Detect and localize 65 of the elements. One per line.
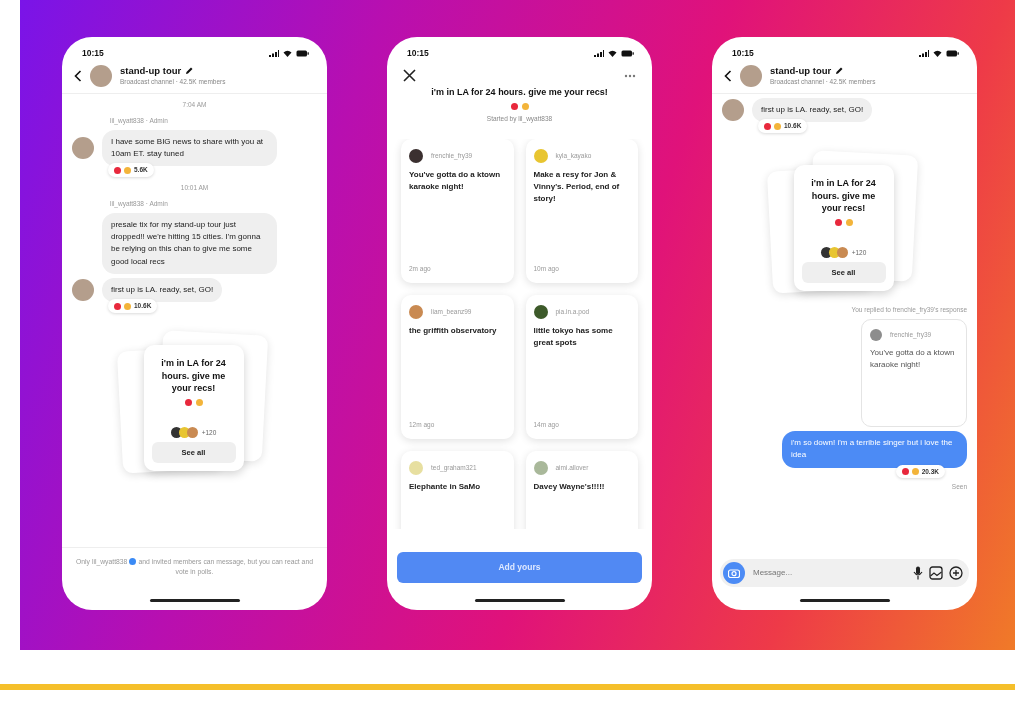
back-icon[interactable] [724,70,732,82]
message-field[interactable]: Message... [751,566,907,580]
status-time: 10:15 [407,46,429,60]
response-text: Elephante in SaMo [409,481,482,494]
response-text: You've gotta do a ktown karaoke night! [870,346,956,372]
wifi-icon [608,49,617,57]
prompt-title: i'm in LA for 24 hours. give me your recs! [810,177,877,215]
battery-icon [621,49,634,57]
emoji-icon [911,468,919,476]
message-composer[interactable]: Message... [720,559,969,587]
avatar [409,149,423,164]
message-bubble: first up is LA. ready, set, GO! [102,278,223,303]
avatar [170,427,182,438]
avatar [409,305,423,320]
response-text: the griffith observatory [409,325,498,338]
emoji-icon [124,166,131,174]
avatar [533,305,548,320]
emoji-icon [124,302,131,310]
close-icon[interactable] [403,69,416,82]
signal-icon [269,49,279,57]
more-icon[interactable] [624,73,636,78]
status-time: 10:15 [732,46,754,60]
verified-icon [129,558,137,565]
channel-avatar [740,65,762,87]
avatar [533,149,548,164]
gallery-icon[interactable] [929,566,943,580]
emoji-icon [195,399,203,406]
emoji-icon [521,102,529,110]
response-text: Davey Wayne's!!!!! [533,481,606,494]
avatar [820,246,832,258]
pencil-icon [835,67,844,76]
emoji-icon [845,218,853,226]
message-bubble: i'm so down! i'm a terrible singer but i love the idea [782,430,967,468]
avatar [533,461,548,476]
status-time: 10:15 [82,46,104,60]
response-text: Make a resy for Jon & Vinny's. Period, end of story! [533,169,621,206]
camera-button[interactable] [723,562,745,584]
avatar [178,427,190,438]
camera-icon [728,568,740,578]
pencil-icon [185,67,194,76]
microphone-icon[interactable] [913,566,923,580]
response-text: little tokyo has some great spots [533,325,614,350]
wifi-icon [933,49,942,57]
avatar [409,461,423,476]
channel-title: stand-up tour [120,65,182,77]
prompt-title: i'm in LA for 24 hours. give me your recs! [431,86,608,99]
back-icon[interactable] [74,70,82,82]
message-bubble: presale tix for my stand-up tour just dropped!! we're hitting 15 cities. I'm gonna be relying on this chan to give me some good local recs [102,212,277,275]
signal-icon [594,49,604,57]
plus-icon[interactable] [949,566,963,580]
battery-icon [296,49,309,57]
response-text: You've gotta do a ktown karaoke night! [409,169,502,194]
message-bubble: first up is LA. ready, set, GO! [752,98,873,123]
channel-avatar [90,65,112,87]
channel-title: stand-up tour [770,65,832,77]
avatar [186,427,198,438]
avatar [870,328,882,341]
avatar [836,246,848,258]
wifi-icon [283,49,292,57]
emoji-icon [774,122,781,130]
message-bubble: I have some BIG news to share with you at 10am ET. stay tuned [102,129,277,167]
prompt-title: i'm in LA for 24 hours. give me your recs! [160,357,227,395]
signal-icon [919,49,929,57]
avatar [828,246,840,258]
battery-icon [946,49,959,57]
